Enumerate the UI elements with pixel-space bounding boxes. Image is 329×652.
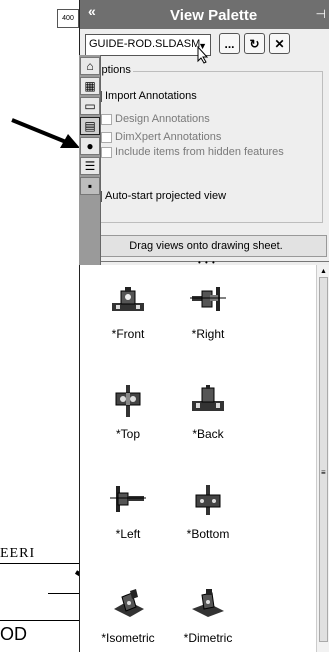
view-item-dimetric[interactable]: *Dimetric [168,587,248,652]
view-item-right[interactable]: *Right [168,283,248,353]
pin-icon[interactable]: ⊣ [316,7,326,21]
sheet-border-line [0,563,79,564]
view-label: *Back [192,427,224,441]
pane-splitter[interactable]: • • • [80,258,329,267]
view-label: *Top [115,427,141,441]
view-item-left[interactable]: *Left [88,483,168,553]
folder-icon[interactable]: ▭ [80,97,100,115]
auto-start-checkbox[interactable]: Auto-start projected view [91,189,227,202]
options-group: Options Import Annotations Design Annota… [85,64,323,223]
panel-content: GUIDE-ROD.SLDASM ▼ ... ↻ ✕ Options Impor… [80,29,329,652]
back-view-icon [192,385,224,411]
checkbox-box[interactable] [101,113,112,125]
sheet-scale-box: 400 [57,9,79,28]
document-select-value: GUIDE-ROD.SLDASM [89,38,201,50]
dimetric-view-icon [192,589,224,617]
checkbox-box[interactable] [101,131,112,143]
mouse-cursor-icon [197,46,209,64]
browse-button[interactable]: ... [219,33,240,54]
design-annotations-checkbox[interactable]: Design Annotations [101,113,210,125]
sheet-border-line [0,620,79,621]
custom-properties-icon[interactable]: ☰ [80,157,100,175]
panel-title-bar: « View Palette ⊣ [80,0,329,29]
panel-title: View Palette [170,7,258,24]
view-label: *Isometric [101,631,155,645]
view-item-bottom[interactable]: *Bottom [168,483,248,553]
view-label: *Right [191,327,225,341]
hidden-features-checkbox[interactable]: Include items from hidden features [101,146,284,158]
view-item-front[interactable]: *Front [88,283,168,353]
view-palette-icon[interactable]: ▤ [80,117,100,135]
scroll-grip-icon: ≡ [321,468,326,477]
solidworks-forum-icon[interactable]: ▪ [80,177,100,195]
view-label: *Left [115,527,141,541]
checkbox-label: Auto-start projected view [105,190,227,202]
collapse-icon[interactable]: « [88,3,96,19]
parts-icon[interactable]: ▦ [80,77,100,95]
views-scrollbar[interactable]: ▲ ≡ [316,265,329,652]
checkbox-box[interactable] [101,146,112,158]
top-view-icon [115,385,141,417]
checkbox-label: Import Annotations [105,90,197,102]
left-view-icon [110,486,146,512]
right-view-icon [190,287,226,311]
front-view-icon [112,287,144,311]
task-pane-tabs: ⌂ ▦ ▭ ▤ ● ☰ ▪ [79,55,101,265]
view-label: *Front [111,327,145,341]
view-label: *Bottom [186,527,230,541]
home-icon[interactable]: ⌂ [80,57,100,75]
callout-arrow-icon [11,118,80,148]
appearances-icon[interactable]: ● [80,137,100,155]
checkbox-label: DimXpert Annotations [115,131,222,143]
scroll-thumb[interactable] [319,277,328,642]
refresh-button[interactable]: ↻ [244,33,265,54]
view-item-back[interactable]: *Back [168,383,248,453]
bottom-view-icon [195,485,221,515]
drag-views-hint: Drag views onto drawing sheet. [85,235,327,257]
sheet-text-fragment: OD [0,624,27,644]
isometric-view-icon [114,589,144,617]
clear-button[interactable]: ✕ [269,33,290,54]
sheet-text-fragment: EERI [0,546,36,561]
document-select[interactable]: GUIDE-ROD.SLDASM ▼ [85,34,211,56]
import-annotations-checkbox[interactable]: Import Annotations [91,90,197,102]
checkbox-label: Design Annotations [115,113,210,125]
checkbox-label: Include items from hidden features [115,146,284,158]
view-label: *Dimetric [183,631,233,645]
view-item-isometric[interactable]: *Isometric [88,587,168,652]
view-item-top[interactable]: *Top [88,383,168,453]
view-palette-panel: « View Palette ⊣ GUIDE-ROD.SLDASM ▼ ... … [79,0,329,652]
dimxpert-annotations-checkbox[interactable]: DimXpert Annotations [101,131,221,143]
scroll-up-icon[interactable]: ▲ [320,268,327,275]
views-list: *Front *Right *Top *Back *Left *Bottom *… [80,265,316,652]
